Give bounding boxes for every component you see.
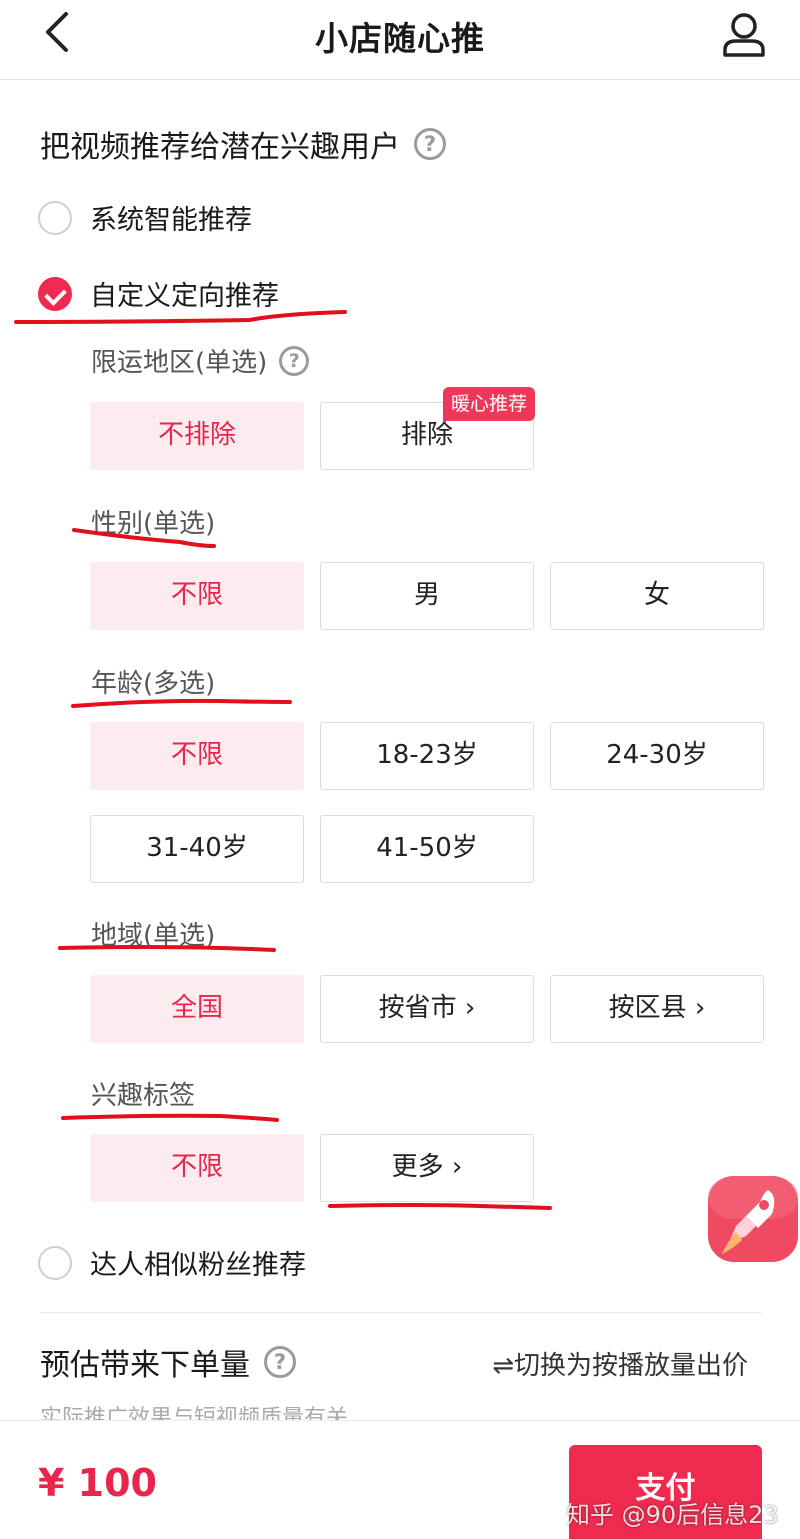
radio-creator-label: 达人相似粉丝推荐 xyxy=(90,1250,306,1281)
restricted-region-label: 限运地区(单选) ? xyxy=(91,342,310,379)
option-region-district[interactable]: 按区县 › xyxy=(550,975,764,1043)
option-exclude[interactable]: 排除 暖心推荐 xyxy=(320,387,535,470)
radio-checked-icon[interactable] xyxy=(38,276,72,311)
option-exclude-label: 排除 xyxy=(400,420,453,450)
region-label: 地域(单选) xyxy=(91,915,215,952)
age-label-text: 年龄(多选) xyxy=(91,669,216,699)
gender-label: 性别(单选) xyxy=(91,503,215,540)
annotation-underline xyxy=(328,1203,552,1210)
restricted-region-label-text: 限运地区(单选) xyxy=(91,348,268,378)
help-icon[interactable]: ? xyxy=(264,1346,296,1378)
option-gender-any[interactable]: 不限 xyxy=(90,562,304,630)
interest-label-text: 兴趣标签 xyxy=(91,1081,196,1111)
option-gender-female[interactable]: 女 xyxy=(550,562,764,630)
radio-custom-label: 自定义定向推荐 xyxy=(90,281,279,312)
targeting-title: 把视频推荐给潜在兴趣用户 ? xyxy=(40,122,446,166)
rocket-float-icon[interactable] xyxy=(706,1174,800,1264)
age-label: 年龄(多选) xyxy=(91,663,215,700)
estimate-title-text: 预估带来下单量 xyxy=(40,1348,250,1383)
annotation-underline xyxy=(14,310,347,324)
targeting-title-text: 把视频推荐给潜在兴趣用户 xyxy=(40,130,400,165)
divider xyxy=(40,1312,762,1313)
annotation-underline xyxy=(71,698,292,708)
option-not-exclude[interactable]: 不排除 xyxy=(90,402,304,470)
watermark: 知乎 @90后信息23 xyxy=(566,1501,779,1529)
option-interest-more[interactable]: 更多 › xyxy=(320,1134,534,1202)
option-age-31-40[interactable]: 31-40岁 xyxy=(90,815,304,883)
option-gender-male[interactable]: 男 xyxy=(320,562,534,630)
radio-creator-similar[interactable]: 达人相似粉丝推荐 xyxy=(38,1243,306,1282)
option-age-41-50[interactable]: 41-50岁 xyxy=(320,815,534,883)
option-age-24-30[interactable]: 24-30岁 xyxy=(550,722,764,790)
annotation-underline xyxy=(61,1113,279,1122)
user-icon[interactable] xyxy=(718,10,770,58)
page-title: 小店随心推 xyxy=(315,19,485,58)
top-bar: 小店随心推 xyxy=(0,0,800,80)
interest-label: 兴趣标签 xyxy=(91,1075,195,1112)
radio-system-label: 系统智能推荐 xyxy=(90,205,252,236)
help-icon[interactable]: ? xyxy=(414,128,446,160)
help-icon[interactable]: ? xyxy=(279,345,310,376)
radio-system-recommend[interactable]: 系统智能推荐 xyxy=(38,198,252,237)
price: ¥ 100 xyxy=(38,1461,157,1505)
option-region-province-city[interactable]: 按省市 › xyxy=(320,975,534,1043)
option-interest-any[interactable]: 不限 xyxy=(90,1134,304,1202)
estimate-title: 预估带来下单量 ? xyxy=(40,1340,296,1384)
gender-label-text: 性别(单选) xyxy=(91,509,216,539)
radio-icon[interactable] xyxy=(38,200,72,235)
option-region-nationwide[interactable]: 全国 xyxy=(90,975,304,1043)
recommend-badge: 暖心推荐 xyxy=(442,387,535,421)
radio-custom-recommend[interactable]: 自定义定向推荐 xyxy=(38,274,279,313)
option-age-any[interactable]: 不限 xyxy=(90,722,304,790)
switch-bid-mode-link[interactable]: ⇌切换为按播放量出价 xyxy=(492,1345,748,1382)
bottom-bar: ¥ 100 支付 知乎 @90后信息23 xyxy=(0,1420,800,1539)
option-age-18-23[interactable]: 18-23岁 xyxy=(320,722,534,790)
region-label-text: 地域(单选) xyxy=(91,921,216,951)
radio-icon[interactable] xyxy=(38,1245,72,1280)
